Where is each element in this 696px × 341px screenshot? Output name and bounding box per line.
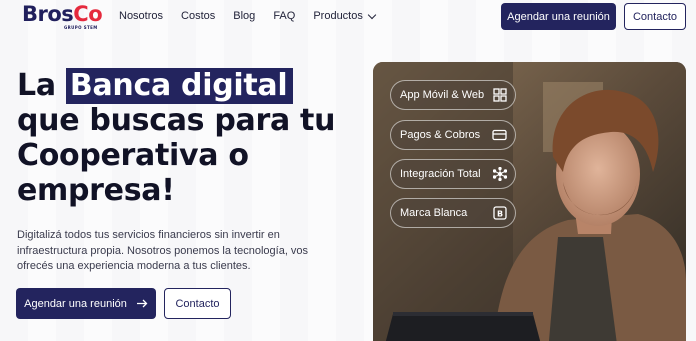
card-icon: [492, 129, 507, 141]
nav-item-costos[interactable]: Costos: [181, 10, 215, 22]
agendar-reunion-button[interactable]: Agendar una reunión: [16, 288, 156, 319]
feature-chip-label: Pagos & Cobros: [400, 129, 481, 141]
agendar-reunion-label: Agendar una reunión: [24, 297, 127, 310]
chevron-down-icon: [367, 10, 377, 19]
feature-chip-marca-blanca[interactable]: Marca Blanca B: [390, 198, 516, 228]
feature-chip-pagos-cobros[interactable]: Pagos & Cobros: [390, 120, 516, 150]
feature-chip-label: Marca Blanca: [400, 207, 468, 219]
feature-chip-integracion-total[interactable]: Integración Total: [390, 159, 516, 189]
brosco-logo[interactable]: BrosCo GRUPO STEM: [22, 2, 103, 30]
arrow-right-icon: [136, 299, 148, 308]
headline-post: que buscas para tu Cooperativa o empresa…: [17, 103, 336, 208]
headline-highlight: Banca digital: [65, 68, 294, 104]
feature-chip-label: App Móvil & Web: [400, 89, 485, 101]
hero-photo: App Móvil & Web Pagos & Cobros Integraci…: [373, 62, 686, 341]
svg-text:B: B: [497, 210, 503, 219]
contacto-button-nav[interactable]: Contacto: [624, 3, 686, 30]
contacto-button[interactable]: Contacto: [164, 288, 231, 319]
network-icon: [493, 167, 507, 181]
headline-pre: La: [17, 68, 66, 103]
nav-item-productos-label: Productos: [313, 10, 363, 22]
logo-text-bros: Bros: [22, 2, 74, 26]
nav-item-nosotros[interactable]: Nosotros: [119, 10, 163, 22]
feature-chip-label: Integración Total: [400, 168, 481, 180]
logo-text-co: Co: [73, 2, 103, 26]
top-navigation: BrosCo GRUPO STEM Nosotros Costos Blog F…: [0, 0, 696, 34]
grid-icon: [493, 88, 507, 102]
nav-item-faq[interactable]: FAQ: [273, 10, 295, 22]
feature-chip-app-movil[interactable]: App Móvil & Web: [390, 80, 516, 110]
hero-headline: La Banca digital que buscas para tu Coop…: [17, 68, 357, 208]
logo-subtitle: GRUPO STEM: [64, 25, 98, 30]
hero-description: Digitalizá todos tus servicios financier…: [17, 229, 309, 272]
agendar-reunion-button-nav[interactable]: Agendar una reunión: [501, 3, 616, 30]
badge-b-icon: B: [493, 206, 507, 220]
nav-item-blog[interactable]: Blog: [233, 10, 255, 22]
nav-menu: Nosotros Costos Blog FAQ Productos: [119, 10, 393, 22]
nav-item-productos[interactable]: Productos: [313, 10, 377, 22]
